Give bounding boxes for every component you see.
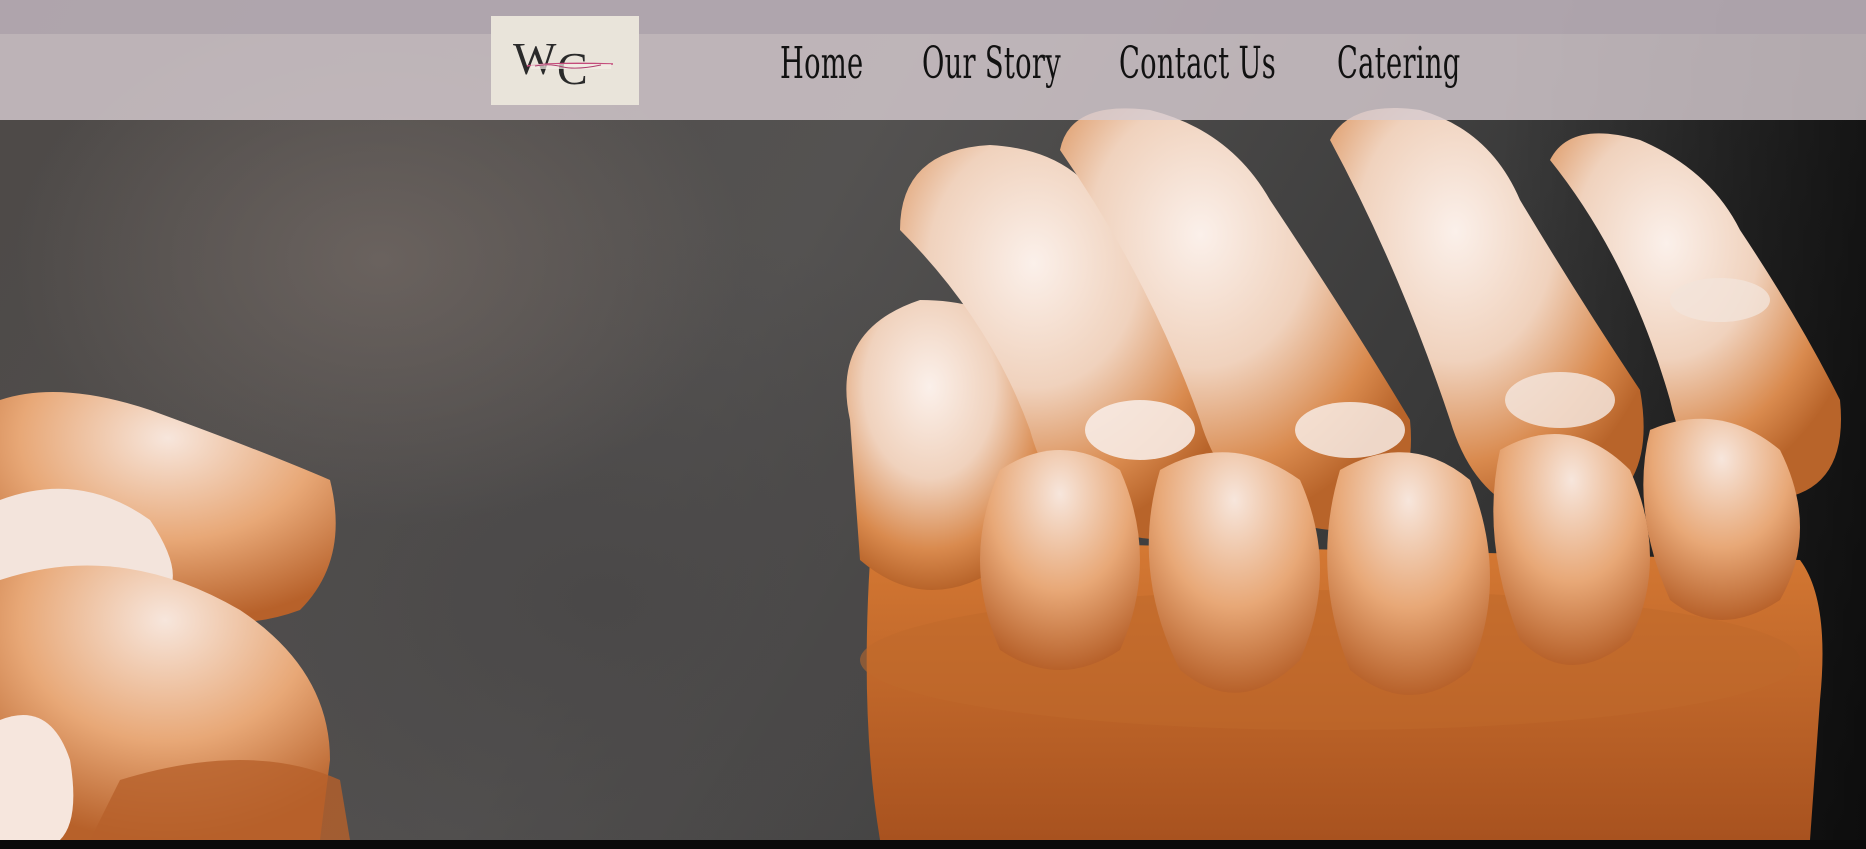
meringue-tart-image bbox=[0, 0, 1866, 840]
nav-item-catering[interactable]: Catering bbox=[1337, 38, 1536, 89]
nav-item-contact-us[interactable]: Contact Us bbox=[1119, 38, 1372, 89]
bottom-edge bbox=[0, 840, 1866, 849]
header-top-band bbox=[0, 0, 1866, 34]
nav-link-our-story[interactable]: Our Story bbox=[922, 38, 1061, 89]
hero-video-background bbox=[0, 0, 1866, 840]
nav-link-contact-us[interactable]: Contact Us bbox=[1119, 38, 1276, 89]
svg-text:W: W bbox=[513, 33, 557, 84]
nav-link-home[interactable]: Home bbox=[780, 38, 863, 89]
nav-link-catering[interactable]: Catering bbox=[1337, 38, 1461, 89]
nav-item-home[interactable]: Home bbox=[780, 38, 915, 89]
site-logo[interactable]: W C bbox=[491, 16, 639, 105]
wc-logo-mark: W C bbox=[513, 33, 614, 94]
nav-item-our-story[interactable]: Our Story bbox=[922, 38, 1146, 89]
